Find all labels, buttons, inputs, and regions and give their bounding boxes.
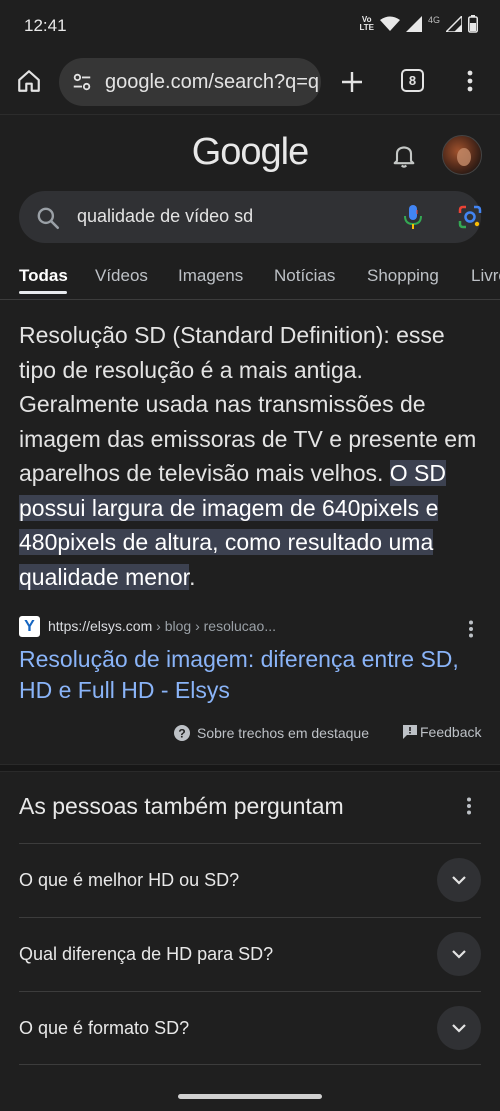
wifi-icon — [379, 16, 400, 31]
account-avatar[interactable] — [442, 135, 482, 175]
address-bar-url[interactable]: google.com/search?q=q — [105, 71, 319, 94]
snippet-end-text: . — [189, 563, 196, 590]
plus-icon — [342, 72, 362, 92]
google-logo[interactable]: Google — [0, 131, 500, 174]
expand-button[interactable] — [437, 858, 481, 902]
system-nav-bar — [0, 1082, 500, 1111]
status-icons: Vo LTE 4G — [359, 15, 478, 33]
help-icon: ? — [174, 725, 190, 741]
featured-snippet-text: Resolução SD (Standard Definition): esse… — [19, 318, 485, 594]
search-input[interactable]: qualidade de vídeo sd — [77, 206, 253, 227]
result-title-link[interactable]: Resolução de imagem: diferença entre SD,… — [19, 644, 489, 706]
browser-toolbar: google.com/search?q=q 8 — [0, 52, 500, 114]
site-settings-icon[interactable] — [69, 69, 95, 95]
tab-livros[interactable]: Livros — [471, 266, 500, 286]
result-source[interactable]: Y https://elsys.com › blog › resolucao..… — [19, 616, 485, 640]
more-vert-icon — [467, 70, 473, 92]
result-url[interactable]: https://elsys.com › blog › resolucao... — [48, 618, 276, 634]
chevron-down-icon — [452, 876, 466, 885]
tab-todas[interactable]: Todas — [19, 266, 68, 286]
signal-icon — [446, 16, 462, 32]
tab-imagens[interactable]: Imagens — [178, 266, 243, 286]
paa-question[interactable]: O que é formato SD? — [19, 991, 481, 1065]
active-tab-indicator — [19, 291, 67, 294]
gesture-handle[interactable] — [178, 1094, 322, 1099]
chevron-down-icon — [452, 950, 466, 959]
notifications-button[interactable] — [390, 141, 418, 169]
feedback-link[interactable]: Feedback — [402, 724, 481, 740]
home-button[interactable] — [14, 66, 44, 96]
network-type-label: 4G — [427, 15, 440, 25]
bell-icon — [393, 146, 415, 168]
tab-videos[interactable]: Vídeos — [95, 266, 148, 286]
microphone-icon[interactable] — [402, 203, 424, 231]
chevron-down-icon — [452, 1024, 466, 1033]
svg-text:?: ? — [178, 727, 185, 741]
search-box[interactable]: qualidade de vídeo sd — [19, 191, 483, 243]
tab-noticias[interactable]: Notícias — [274, 266, 335, 286]
more-vert-icon[interactable] — [468, 620, 474, 638]
section-divider — [0, 764, 500, 772]
about-featured-snippets-link[interactable]: ? Sobre trechos em destaque — [173, 724, 369, 742]
expand-button[interactable] — [437, 932, 481, 976]
paa-question[interactable]: O que é melhor HD ou SD? — [19, 843, 481, 917]
new-tab-button[interactable] — [338, 64, 366, 100]
paa-question[interactable]: Qual diferença de HD para SD? — [19, 917, 481, 991]
battery-icon — [468, 15, 478, 33]
snippet-footer: ? Sobre trechos em destaque Feedback — [0, 722, 500, 746]
home-icon — [18, 70, 40, 92]
expand-button[interactable] — [437, 1006, 481, 1050]
status-bar: 12:41 Vo LTE 4G — [0, 0, 500, 52]
people-also-ask-title: As pessoas também perguntam — [19, 793, 344, 819]
signal-icon — [405, 16, 422, 32]
search-icon — [37, 207, 60, 230]
tab-switcher-button[interactable]: 8 — [401, 69, 424, 92]
search-tabs: Todas Vídeos Imagens Notícias Shopping L… — [0, 262, 500, 300]
google-header: Google — [0, 114, 500, 194]
feedback-icon — [403, 725, 417, 739]
site-favicon: Y — [19, 616, 40, 637]
address-bar[interactable]: google.com/search?q=q — [59, 58, 321, 106]
volte-icon: Vo LTE — [359, 15, 374, 32]
tab-shopping[interactable]: Shopping — [367, 266, 439, 286]
status-time: 12:41 — [24, 16, 67, 35]
browser-menu-button[interactable] — [460, 66, 480, 96]
google-lens-icon[interactable] — [457, 204, 483, 230]
more-vert-icon[interactable] — [466, 797, 472, 815]
